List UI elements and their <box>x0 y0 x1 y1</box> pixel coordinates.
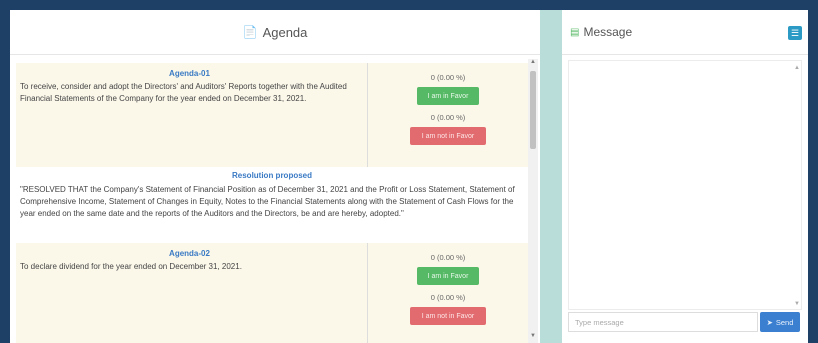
menu-icon[interactable]: ☰ <box>788 26 802 40</box>
agenda-scrollbar[interactable]: ▲ ▼ <box>528 59 538 343</box>
resolution-text: "RESOLVED THAT the Company's Statement o… <box>20 185 515 218</box>
message-list: ▲ ▼ <box>568 60 802 310</box>
document-icon: 📄 <box>242 25 258 39</box>
not-favor-count: 0 (0.00 %) <box>430 113 466 122</box>
message-header: ▤ Message ☰ <box>562 10 808 55</box>
message-panel-title: Message <box>583 25 633 39</box>
agenda-scroll-area: Agenda-01 To receive, consider and adopt… <box>10 59 540 343</box>
send-label: Send <box>775 317 794 327</box>
favor-count: 0 (0.00 %) <box>430 73 466 82</box>
send-icon: ➤ <box>766 317 773 327</box>
chat-icon: ▤ <box>570 26 580 38</box>
not-in-favor-button[interactable]: I am not in Favor <box>410 307 486 325</box>
agenda-row: Agenda-01 To receive, consider and adopt… <box>16 63 528 167</box>
message-scrollbar[interactable]: ▲ ▼ <box>793 61 801 309</box>
favor-count: 0 (0.00 %) <box>430 253 466 262</box>
agenda-text-cell: Agenda-02 To declare dividend for the ye… <box>16 243 368 343</box>
agenda-text: To declare dividend for the year ended o… <box>20 262 242 271</box>
agenda-text: To receive, consider and adopt the Direc… <box>20 82 347 103</box>
resolution-title: Resolution proposed <box>232 171 312 180</box>
scroll-down-icon[interactable]: ▼ <box>793 301 801 307</box>
send-button[interactable]: ➤ Send <box>760 312 800 332</box>
message-panel: ▤ Message ☰ ▲ ▼ ➤ Send <box>562 10 808 343</box>
agenda-panel: 📄 Agenda Agenda-01 To receive, consider … <box>10 10 540 343</box>
scroll-up-icon[interactable]: ▲ <box>528 59 538 65</box>
agenda-title: Agenda-02 <box>169 249 210 258</box>
agenda-header: 📄 Agenda <box>10 10 540 55</box>
not-in-favor-button[interactable]: I am not in Favor <box>410 127 486 145</box>
vote-cell: 0 (0.00 %) I am in Favor 0 (0.00 %) I am… <box>368 63 528 167</box>
message-input[interactable] <box>568 312 758 332</box>
scrollbar-thumb[interactable] <box>530 71 536 149</box>
in-favor-button[interactable]: I am in Favor <box>417 267 479 285</box>
agenda-row: Agenda-02 To declare dividend for the ye… <box>16 243 528 343</box>
panel-divider <box>540 10 562 343</box>
vote-cell: 0 (0.00 %) I am in Favor 0 (0.00 %) I am… <box>368 243 528 343</box>
not-favor-count: 0 (0.00 %) <box>430 293 466 302</box>
agenda-title: Agenda-01 <box>169 69 210 78</box>
resolution-block: Resolution proposed "RESOLVED THAT the C… <box>16 167 528 237</box>
scroll-up-icon[interactable]: ▲ <box>793 65 801 71</box>
agenda-text-cell: Agenda-01 To receive, consider and adopt… <box>16 63 368 167</box>
scroll-down-icon[interactable]: ▼ <box>528 333 538 339</box>
agenda-panel-title: Agenda <box>262 24 308 40</box>
in-favor-button[interactable]: I am in Favor <box>417 87 479 105</box>
